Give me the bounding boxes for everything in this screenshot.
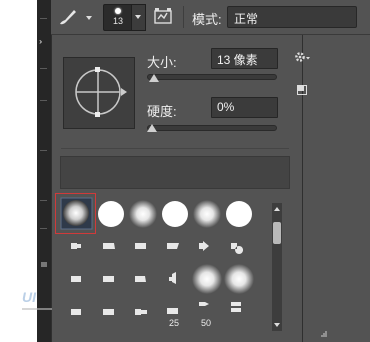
new-preset-icon (297, 85, 307, 95)
brush-tip-preview-icon (115, 8, 121, 14)
options-bar: 13 模式: 正常 (51, 0, 370, 35)
brush-icon (60, 10, 76, 25)
preset-row-tips[interactable] (71, 241, 244, 254)
hardness-slider-thumb[interactable] (147, 124, 157, 132)
preset-soft-round-large[interactable] (192, 264, 222, 294)
hardness-slider-track[interactable] (147, 125, 277, 131)
size-slider-track[interactable] (147, 74, 277, 80)
brush-panel-icon (154, 8, 172, 24)
stroke-preview-area (60, 156, 290, 189)
hardness-value: 0% (217, 100, 235, 114)
blend-mode-select[interactable]: 正常 (227, 6, 357, 28)
preset-scrollbar-thumb[interactable] (273, 222, 281, 244)
gear-icon[interactable] (294, 50, 312, 64)
toolbar-separator (183, 6, 184, 28)
size-field[interactable]: 13 像素 (211, 48, 278, 69)
scroll-down-icon[interactable] (274, 323, 280, 327)
brush-preset-grid[interactable] (59, 196, 264, 330)
svg-text:UI: UI (22, 289, 37, 305)
divider (40, 18, 47, 19)
scroll-up-icon[interactable] (274, 207, 280, 211)
hardness-label: 硬度: (147, 104, 177, 119)
preset-row-tips[interactable] (71, 302, 241, 315)
preset-row-tips[interactable] (71, 272, 176, 284)
size-label: 大小: (147, 55, 177, 70)
mode-label: 模式: (192, 12, 222, 27)
brush-preset-dropdown-button[interactable] (131, 4, 146, 31)
hardness-field[interactable]: 0% (211, 97, 278, 118)
new-preset-icon[interactable] (297, 84, 307, 95)
preset-soft-round[interactable] (193, 200, 221, 228)
preset-soft-round[interactable] (129, 200, 157, 228)
chevron-down-icon (86, 16, 92, 20)
preset-size-label: 25 (169, 318, 180, 328)
watermark-logo: UI (22, 289, 52, 310)
gear-icon (295, 52, 310, 62)
preset-hard-round[interactable] (226, 201, 252, 227)
preset-soft-round-selected[interactable] (60, 197, 93, 230)
divider (40, 100, 47, 101)
resize-grip-icon[interactable] (320, 330, 328, 338)
brush-tool-button[interactable] (55, 6, 92, 28)
chevron-down-icon (135, 15, 141, 19)
blend-mode-value: 正常 (234, 12, 259, 26)
preset-soft-round-large[interactable] (224, 264, 254, 294)
options-bar-right-area (301, 35, 370, 342)
preset-size-label: 50 (201, 318, 212, 328)
brush-preset-picker[interactable]: 13 (103, 4, 133, 31)
divider (40, 200, 47, 201)
divider (40, 68, 47, 69)
preset-hard-round[interactable] (98, 201, 124, 227)
collapse-arrows-icon[interactable]: ›› (39, 37, 43, 46)
divider (40, 150, 47, 151)
angle-handle-icon[interactable] (121, 88, 127, 96)
brush-size-readout: 13 (112, 16, 123, 26)
size-value: 13 像素 (217, 53, 258, 67)
panel-tab-marker (41, 262, 47, 267)
size-slider-thumb[interactable] (149, 74, 160, 82)
divider (40, 228, 47, 229)
preset-hard-round[interactable] (162, 201, 188, 227)
brush-panel-toggle-button[interactable] (152, 7, 174, 27)
section-divider (61, 148, 289, 149)
